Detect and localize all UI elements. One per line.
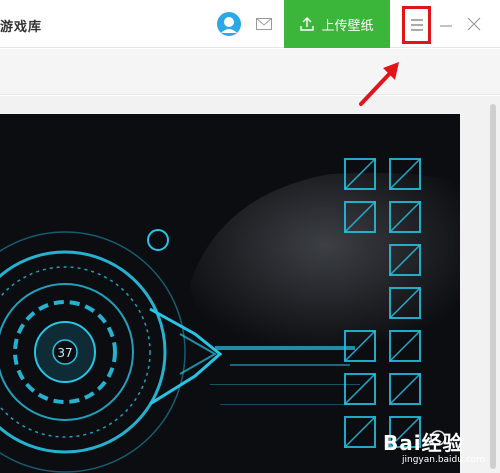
title-bar: 游戏库 上传壁纸 [0, 0, 500, 48]
watermark-url: jingyan.baidu.com [402, 455, 486, 465]
close-icon[interactable] [466, 16, 482, 32]
upload-wallpaper-label: 上传壁纸 [321, 18, 374, 34]
vertical-scrollbar[interactable] [487, 96, 500, 473]
wallpaper-preview[interactable]: 37 [0, 114, 460, 473]
app-title: 游戏库 [0, 20, 43, 35]
content-area: 37 [0, 96, 500, 473]
upload-wallpaper-button[interactable]: 上传壁纸 [284, 0, 390, 48]
toolbar [0, 49, 500, 95]
annotation-arrow-icon [359, 62, 399, 106]
main-menu-button[interactable] [402, 6, 431, 44]
user-avatar-icon[interactable] [217, 12, 241, 36]
watermark-brand: Bai经验 [383, 431, 464, 455]
gauge-value: 37 [57, 346, 72, 360]
minimize-icon[interactable] [438, 16, 454, 32]
wallpaper-image: 37 [0, 114, 460, 473]
scrollbar-thumb[interactable] [490, 104, 496, 469]
mail-icon[interactable] [256, 18, 272, 30]
hamburger-menu-icon [410, 19, 423, 31]
upload-icon [300, 17, 315, 31]
